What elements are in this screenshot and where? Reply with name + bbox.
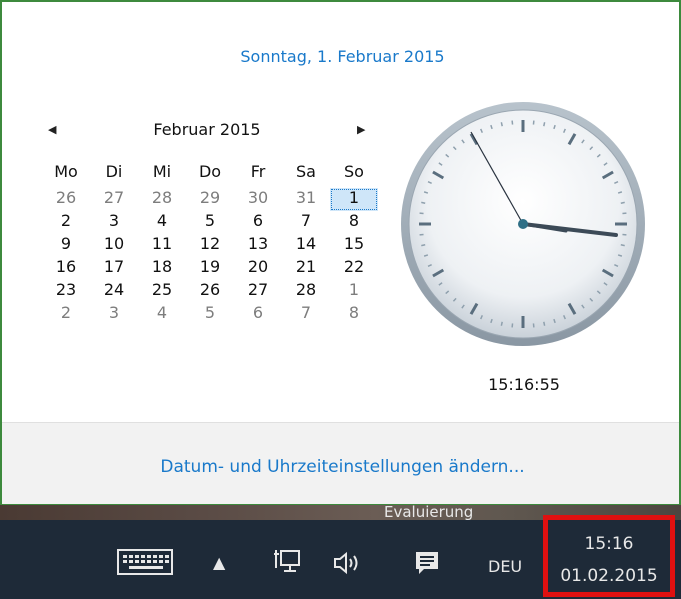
calendar-day[interactable]: 2 bbox=[42, 211, 90, 234]
calendar-day[interactable]: 22 bbox=[330, 257, 378, 280]
calendar-day[interactable]: 16 bbox=[42, 257, 90, 280]
calendar-day[interactable]: 3 bbox=[90, 211, 138, 234]
previous-month-button[interactable]: ◀ bbox=[48, 123, 56, 136]
calendar-day[interactable]: 5 bbox=[186, 211, 234, 234]
chevron-up-icon[interactable]: ▲ bbox=[213, 553, 225, 572]
calendar-day[interactable]: 2 bbox=[42, 303, 90, 326]
weekday-header-row: Mo Di Mi Do Fr Sa So bbox=[42, 162, 378, 188]
calendar-day[interactable]: 4 bbox=[138, 303, 186, 326]
calendar-day[interactable]: 18 bbox=[138, 257, 186, 280]
tray-date: 01.02.2015 bbox=[560, 566, 658, 586]
calendar-week-row: 26 27 28 29 30 31 1 bbox=[42, 188, 378, 211]
calendar-day[interactable]: 12 bbox=[186, 234, 234, 257]
calendar-day[interactable]: 23 bbox=[42, 280, 90, 303]
input-language-indicator[interactable]: DEU bbox=[488, 557, 522, 576]
minute-tick bbox=[620, 201, 625, 204]
calendar-day[interactable]: 11 bbox=[138, 234, 186, 257]
taskbar-clock-button[interactable]: 15:16 01.02.2015 bbox=[543, 515, 675, 597]
calendar-week-row: 2345678 bbox=[42, 211, 378, 234]
calendar-day[interactable]: 3 bbox=[90, 303, 138, 326]
minute-tick bbox=[500, 321, 503, 326]
calendar-day[interactable]: 17 bbox=[90, 257, 138, 280]
calendar-day[interactable]: 7 bbox=[282, 211, 330, 234]
calendar-day[interactable]: 15 bbox=[330, 234, 378, 257]
calendar-day[interactable]: 27 bbox=[90, 188, 138, 211]
calendar-day[interactable]: 21 bbox=[282, 257, 330, 280]
evaluation-watermark: Evaluierung bbox=[384, 503, 474, 521]
calendar-week-row: 23 24 25 26 27 28 1 bbox=[42, 280, 378, 303]
calendar-day[interactable]: 24 bbox=[90, 280, 138, 303]
clock-calendar-flyout: Sonntag, 1. Februar 2015 ◀ Februar 2015 … bbox=[0, 0, 681, 505]
weekday-header: So bbox=[344, 162, 364, 181]
clock-center bbox=[518, 219, 528, 229]
minute-tick bbox=[543, 321, 546, 326]
calendar-day[interactable]: 14 bbox=[282, 234, 330, 257]
calendar-day[interactable]: 6 bbox=[234, 211, 282, 234]
calendar-day[interactable]: 13 bbox=[234, 234, 282, 257]
next-month-button[interactable]: ▶ bbox=[357, 123, 365, 136]
network-icon[interactable] bbox=[273, 548, 303, 574]
calendar-day[interactable]: 7 bbox=[282, 303, 330, 326]
calendar-day[interactable]: 19 bbox=[186, 257, 234, 280]
date-time-settings-link[interactable]: Datum- und Uhrzeiteinstellungen ändern..… bbox=[2, 457, 681, 477]
calendar-day[interactable]: 26 bbox=[42, 188, 90, 211]
calendar-day[interactable]: 30 bbox=[234, 188, 282, 211]
calendar-day[interactable]: 28 bbox=[282, 280, 330, 303]
action-center-icon[interactable] bbox=[414, 550, 440, 576]
calendar-day[interactable]: 5 bbox=[186, 303, 234, 326]
month-title[interactable]: Februar 2015 bbox=[122, 120, 292, 139]
weekday-header: Di bbox=[105, 162, 123, 181]
calendar-day[interactable]: 10 bbox=[90, 234, 138, 257]
calendar-day[interactable]: 26 bbox=[186, 280, 234, 303]
calendar-day-today[interactable]: 1 bbox=[330, 188, 378, 211]
analog-clock bbox=[401, 102, 645, 346]
calendar-week-row: 2345678 bbox=[42, 303, 378, 326]
tray-time: 15:16 bbox=[584, 534, 634, 554]
volume-icon[interactable] bbox=[332, 550, 362, 576]
calendar-day[interactable]: 9 bbox=[42, 234, 90, 257]
minute-tick bbox=[421, 201, 426, 204]
calendar-day[interactable]: 25 bbox=[138, 280, 186, 303]
calendar-grid: Mo Di Mi Do Fr Sa So 26 27 28 29 30 31 1 2 3 4 5 6 7 8 9 10 11… bbox=[42, 162, 378, 326]
keyboard-icon[interactable] bbox=[116, 548, 174, 576]
calendar-day[interactable]: 28 bbox=[138, 188, 186, 211]
weekday-header: Mi bbox=[152, 162, 172, 181]
calendar-day[interactable]: 8 bbox=[330, 211, 378, 234]
calendar-day[interactable]: 4 bbox=[138, 211, 186, 234]
digital-time: 15:16:55 bbox=[488, 375, 560, 394]
calendar-day[interactable]: 1 bbox=[330, 280, 378, 303]
calendar-week-row: 16 17 18 19 20 21 22 bbox=[42, 257, 378, 280]
calendar-day[interactable]: 8 bbox=[330, 303, 378, 326]
weekday-header: Fr bbox=[250, 162, 266, 181]
calendar-day[interactable]: 27 bbox=[234, 280, 282, 303]
weekday-header: Do bbox=[198, 162, 222, 181]
calendar-day[interactable]: 20 bbox=[234, 257, 282, 280]
calendar-week-row: 9 10 11 12 13 14 15 bbox=[42, 234, 378, 257]
minute-tick bbox=[500, 122, 503, 127]
minute-tick bbox=[543, 122, 546, 127]
calendar-day[interactable]: 29 bbox=[186, 188, 234, 211]
calendar-day[interactable]: 31 bbox=[282, 188, 330, 211]
weekday-header: Sa bbox=[296, 162, 316, 181]
minute-tick bbox=[421, 244, 426, 247]
weekday-header: Mo bbox=[54, 162, 78, 181]
minute-tick bbox=[620, 244, 625, 247]
calendar-day[interactable]: 6 bbox=[234, 303, 282, 326]
long-date-header[interactable]: Sonntag, 1. Februar 2015 bbox=[2, 47, 681, 66]
